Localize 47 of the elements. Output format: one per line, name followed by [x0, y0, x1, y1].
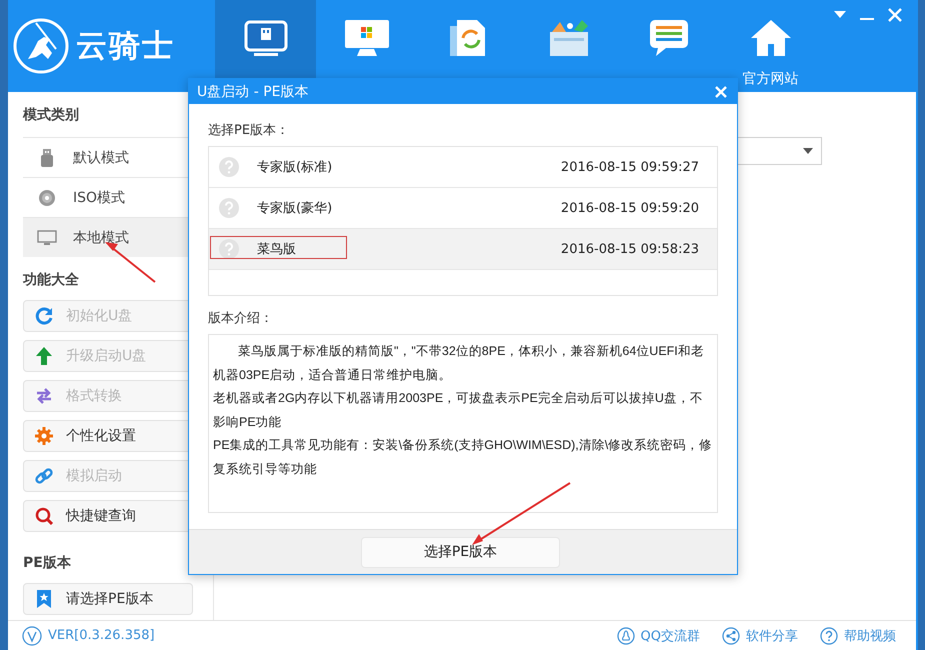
version-row[interactable]: 专家版(标准) 2016-08-15 09:59:27	[209, 147, 717, 188]
close-icon[interactable]	[715, 86, 727, 98]
caret-icon	[803, 148, 813, 154]
version-icon	[22, 626, 42, 646]
help-icon	[820, 626, 838, 644]
intro-label: 版本介绍：	[208, 310, 274, 328]
search-icon	[35, 507, 53, 525]
section-title: PE版本	[23, 554, 71, 573]
settings-icon	[35, 427, 53, 445]
chain-link-icon	[35, 467, 53, 485]
share-icon	[722, 626, 740, 644]
disc-icon	[38, 188, 56, 206]
question-icon	[219, 198, 239, 218]
app-logo-text: 云骑士	[76, 27, 175, 66]
version-name: 菜鸟版	[257, 241, 296, 258]
swap-arrows-icon	[35, 388, 53, 404]
version-date: 2016-08-15 09:59:20	[560, 200, 699, 216]
version-date: 2016-08-15 09:59:27	[560, 160, 699, 174]
version-date: 2016-08-15 09:58:23	[560, 242, 699, 256]
version-name: 专家版(标准)	[257, 159, 332, 176]
usb-drive-icon	[39, 148, 55, 166]
dropdown-icon[interactable]	[834, 11, 846, 19]
dialog-title: U盘启动 - PE版本	[197, 82, 308, 100]
version-row[interactable]: 菜鸟版 2016-08-15 09:58:23	[209, 229, 717, 270]
monitor-icon	[344, 19, 390, 57]
bookmark-icon	[37, 590, 51, 608]
home-icon	[748, 18, 792, 58]
intro-paragraph: 老机器或者2G内存以下机器请用2003PE，可拔盘表示PE完全启动后可以拔掉U盘，不影响PE功能	[213, 390, 704, 430]
annotation-arrow	[105, 242, 156, 283]
refresh-icon	[35, 307, 53, 325]
question-icon	[219, 157, 239, 177]
documents-icon	[448, 18, 488, 58]
monitor-icon	[37, 230, 57, 246]
section-title: 模式类别	[23, 106, 79, 125]
knight-logo-icon	[12, 17, 70, 75]
intro-paragraph: 菜鸟版属于标准版的精简版"，"不带32位的8PE，体积小，兼容新机64位UEFI和老机器03PE启动，适合普通日常维护电脑。	[213, 343, 705, 384]
version-name: 专家版(豪华)	[257, 200, 332, 217]
intro-paragraph: PE集成的工具常见功能有：安装\备份系统(支持GHO\WIM\ESD),清除\修改系统密码，修复系统引导等功能	[213, 437, 714, 478]
list-label: 选择PE版本：	[208, 122, 290, 140]
action-button[interactable]: 请选择PE版本	[23, 583, 193, 615]
select-pe-button[interactable]: 选择PE版本	[361, 536, 560, 568]
question-icon	[219, 239, 239, 259]
usb-drive-icon	[244, 20, 288, 56]
close-icon[interactable]	[888, 8, 902, 22]
mode-item[interactable]: 本地模式	[23, 217, 188, 257]
section-title: 功能大全	[23, 271, 79, 290]
up-arrow-icon	[36, 347, 52, 365]
